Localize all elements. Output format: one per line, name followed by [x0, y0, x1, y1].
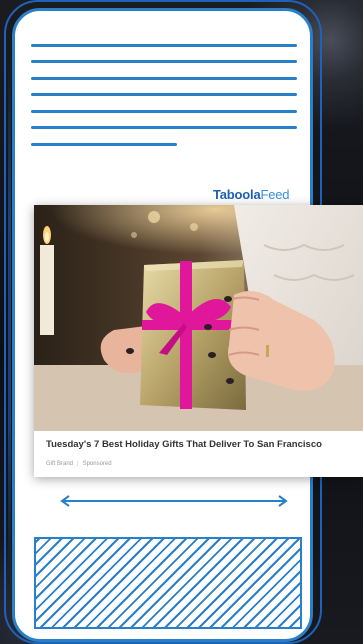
- text-placeholder-line: [31, 77, 297, 80]
- meta-separator: |: [77, 461, 79, 467]
- text-placeholder-line: [31, 44, 297, 47]
- text-placeholder-line: [31, 110, 297, 113]
- text-placeholder-line: [31, 143, 177, 146]
- text-placeholder-line: [31, 60, 297, 63]
- text-placeholder-line: [31, 126, 297, 129]
- logo-brand-text: Taboola: [213, 187, 261, 202]
- taboola-feed-logo: TaboolaFeed: [213, 187, 290, 202]
- article-meta: Gift Brand | Sponsored: [46, 461, 112, 467]
- source-label[interactable]: Gift Brand: [46, 461, 73, 467]
- swipe-arrow-icon: [60, 495, 288, 507]
- logo-feed-text: Feed: [260, 187, 290, 202]
- sponsored-label: Sponsored: [82, 461, 112, 467]
- gift-photo: [34, 205, 363, 431]
- text-placeholder-line: [31, 93, 297, 96]
- sponsored-article-card[interactable]: Tuesday's 7 Best Holiday Gifts That Deli…: [34, 205, 363, 477]
- ad-placeholder-hatched: [34, 537, 302, 629]
- article-headline[interactable]: Tuesday's 7 Best Holiday Gifts That Deli…: [46, 439, 356, 450]
